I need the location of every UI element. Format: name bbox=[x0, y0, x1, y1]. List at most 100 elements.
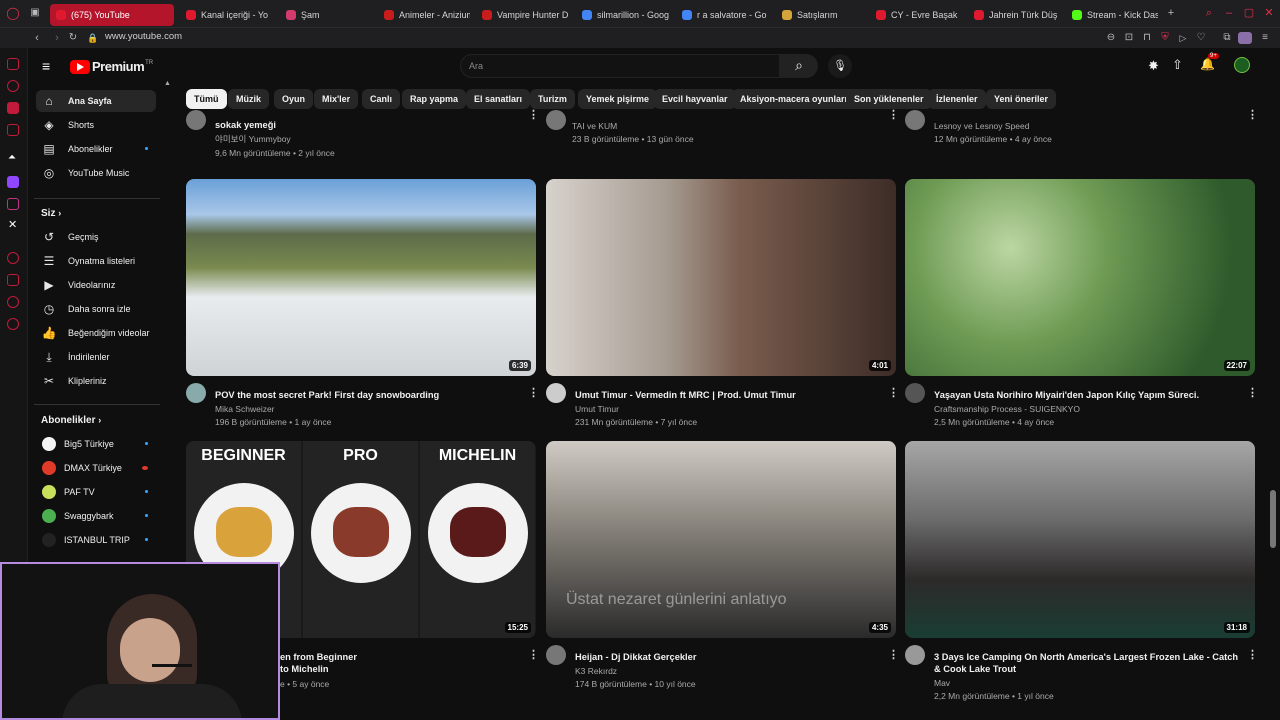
chip-9[interactable]: Evcil hayvanlar bbox=[654, 89, 736, 109]
channel-name[interactable]: Craftsmanship Process - SUIGENKYO bbox=[934, 403, 1080, 416]
video-title[interactable]: Heijan - Dj Dikkat Gerçekler bbox=[575, 651, 883, 663]
video-title[interactable]: Yaşayan Usta Norihiro Miyairi'den Japon … bbox=[934, 389, 1242, 401]
more-options-icon[interactable]: ⋮ bbox=[888, 386, 899, 399]
browser-tab[interactable]: silmarillion - Goog bbox=[576, 4, 670, 26]
chip-8[interactable]: Yemek pişirme bbox=[578, 89, 658, 109]
instagram-2-icon[interactable] bbox=[7, 198, 19, 210]
menu-icon[interactable]: ≡ bbox=[1258, 30, 1272, 46]
browser-tab[interactable]: Satışlarım bbox=[776, 4, 866, 26]
subscriptions-section-title[interactable]: Abonelikler › bbox=[41, 415, 101, 426]
close-window-icon[interactable]: ✕ bbox=[1262, 5, 1276, 21]
cast-icon[interactable]: ✸ bbox=[1148, 58, 1159, 74]
upload-icon[interactable]: ⇧ bbox=[1172, 57, 1183, 73]
settings-sidebar-icon[interactable] bbox=[7, 318, 19, 330]
chip-6[interactable]: El sanatları bbox=[466, 89, 531, 109]
channel-name[interactable]: Mika Schweizer bbox=[215, 403, 275, 416]
hamburger-icon[interactable]: ≡ bbox=[42, 58, 50, 74]
subscription-item[interactable]: Swaggybark bbox=[36, 505, 156, 527]
video-thumbnail[interactable]: Üstat nezaret günlerini anlatıyo 4:35 bbox=[546, 441, 896, 638]
sidebar-item-oynatma-listeleri[interactable]: ☰ Oynatma listeleri bbox=[36, 250, 156, 272]
messenger-icon[interactable] bbox=[7, 80, 19, 92]
channel-name[interactable]: K3 Rekırdz bbox=[575, 665, 617, 678]
youtube-logo[interactable]: Premium TR bbox=[70, 59, 153, 74]
x-icon[interactable]: ✕ bbox=[8, 218, 17, 231]
channel-avatar[interactable] bbox=[905, 645, 925, 665]
channel-name[interactable]: TAI ve KUM bbox=[572, 120, 617, 133]
sidebar-item-abonelikler[interactable]: ▤ Abonelikler bbox=[36, 138, 156, 160]
shield-icon[interactable]: ⛨ bbox=[1158, 30, 1172, 46]
channel-avatar[interactable] bbox=[905, 110, 925, 130]
browser-tab[interactable]: Şam bbox=[280, 4, 370, 26]
forward-icon[interactable]: › bbox=[50, 30, 64, 46]
bookmarks-sidebar-icon[interactable] bbox=[7, 274, 19, 286]
chip-11[interactable]: Son yüklenenler bbox=[846, 89, 932, 109]
sidebar-item-klipleriniz[interactable]: ✂ Klipleriniz bbox=[36, 370, 156, 392]
back-icon[interactable]: ‹ bbox=[30, 30, 44, 46]
subscription-item[interactable]: DMAX Türkiye bbox=[36, 457, 156, 479]
more-options-icon[interactable]: ⋮ bbox=[1247, 386, 1258, 399]
more-options-icon[interactable]: ⋮ bbox=[528, 386, 539, 399]
more-options-icon[interactable]: ⋮ bbox=[528, 648, 539, 661]
sidebar-item-shorts[interactable]: ◈ Shorts bbox=[36, 114, 156, 136]
sidebar-item-ana-sayfa[interactable]: ⌂ Ana Sayfa bbox=[36, 90, 156, 112]
page-scrollbar[interactable] bbox=[1270, 490, 1276, 548]
channel-name[interactable]: Lesnoy ve Lesnoy Speed bbox=[934, 120, 1029, 133]
channel-avatar[interactable] bbox=[186, 383, 206, 403]
workspaces-icon[interactable]: ▣ bbox=[28, 5, 42, 21]
search-tabs-icon[interactable]: ⌕ bbox=[1202, 5, 1216, 21]
maximize-icon[interactable]: ▢ bbox=[1242, 5, 1256, 21]
chip-4[interactable]: Canlı bbox=[362, 89, 401, 109]
search-input[interactable]: Ara bbox=[460, 54, 780, 78]
browser-tab[interactable]: Stream - Kick Das bbox=[1066, 4, 1158, 26]
video-title[interactable]: sokak yemeği bbox=[215, 119, 276, 131]
opera-logo-icon[interactable]: ◯ bbox=[6, 5, 20, 21]
bookmark-icon[interactable]: ⊓ bbox=[1140, 30, 1154, 46]
sidebar-item-beğendiğim-videolar[interactable]: 👍 Beğendiğim videolar bbox=[36, 322, 156, 344]
subscription-item[interactable]: PAF TV bbox=[36, 481, 156, 503]
sidebar-item-videolarınız[interactable]: ▶ Videolarınız bbox=[36, 274, 156, 296]
browser-tab[interactable]: r a salvatore - Go bbox=[676, 4, 768, 26]
channel-avatar[interactable] bbox=[905, 383, 925, 403]
sidebar-item-youtube-music[interactable]: ◎ YouTube Music bbox=[36, 162, 156, 184]
channel-avatar[interactable] bbox=[186, 110, 206, 130]
spotify-icon[interactable]: ⏶ bbox=[8, 152, 16, 163]
reload-icon[interactable]: ↻ bbox=[66, 30, 80, 46]
camera-icon[interactable]: ⊡ bbox=[1122, 30, 1136, 46]
chip-5[interactable]: Rap yapma bbox=[402, 89, 467, 109]
chip-13[interactable]: Yeni öneriler bbox=[986, 89, 1057, 109]
instagram-icon[interactable] bbox=[7, 124, 19, 136]
chip-3[interactable]: Mix'ler bbox=[314, 89, 359, 109]
you-section-title[interactable]: Siz › bbox=[41, 208, 61, 219]
more-options-icon[interactable]: ⋮ bbox=[888, 108, 899, 121]
channel-avatar[interactable] bbox=[546, 645, 566, 665]
more-options-icon[interactable]: ⋮ bbox=[1247, 648, 1258, 661]
channel-name[interactable]: Mav bbox=[934, 677, 950, 690]
sidebar-item-daha-sonra-izle[interactable]: ◷ Daha sonra izle bbox=[36, 298, 156, 320]
heart-icon[interactable]: ♡ bbox=[1194, 30, 1208, 46]
video-title[interactable]: Umut Timur - Vermedin ft MRC | Prod. Umu… bbox=[575, 389, 883, 401]
extensions-icon[interactable]: ⧉ bbox=[1220, 30, 1234, 46]
chip-2[interactable]: Oyun bbox=[274, 89, 314, 109]
chip-0[interactable]: Tümü bbox=[186, 89, 227, 109]
channel-name[interactable]: Umut Timur bbox=[575, 403, 619, 416]
notifications-icon[interactable]: 🔔 bbox=[1200, 57, 1215, 71]
play-icon[interactable]: ▷ bbox=[1176, 30, 1190, 46]
browser-tab[interactable]: Vampire Hunter D bbox=[476, 4, 568, 26]
more-options-icon[interactable]: ⋮ bbox=[1247, 108, 1258, 121]
browser-tab[interactable]: (675) YouTube bbox=[50, 4, 174, 26]
video-thumbnail[interactable]: 4:01 bbox=[546, 179, 896, 376]
channel-name[interactable]: 야미보이 Yummyboy bbox=[215, 133, 291, 146]
history-sidebar-icon[interactable] bbox=[7, 252, 19, 264]
minimize-icon[interactable]: – bbox=[1222, 5, 1236, 21]
subscription-item[interactable]: ISTANBUL TRIP bbox=[36, 529, 156, 551]
search-button[interactable]: ⌕ bbox=[780, 54, 818, 78]
aria-icon[interactable] bbox=[7, 58, 19, 70]
sidebar-item-i-ndirilenler[interactable]: ⤓ İndirilenler bbox=[36, 346, 156, 368]
profile-avatar[interactable] bbox=[1238, 32, 1252, 44]
voice-search-button[interactable]: 🎙 bbox=[828, 54, 852, 78]
browser-tab[interactable]: CY - Evre Başak bbox=[870, 4, 962, 26]
whatsapp-icon[interactable] bbox=[7, 102, 19, 114]
video-thumbnail[interactable]: 6:39 bbox=[186, 179, 536, 376]
video-thumbnail[interactable]: 22:07 bbox=[905, 179, 1255, 376]
video-title[interactable]: 3 Days Ice Camping On North America's La… bbox=[934, 651, 1242, 675]
